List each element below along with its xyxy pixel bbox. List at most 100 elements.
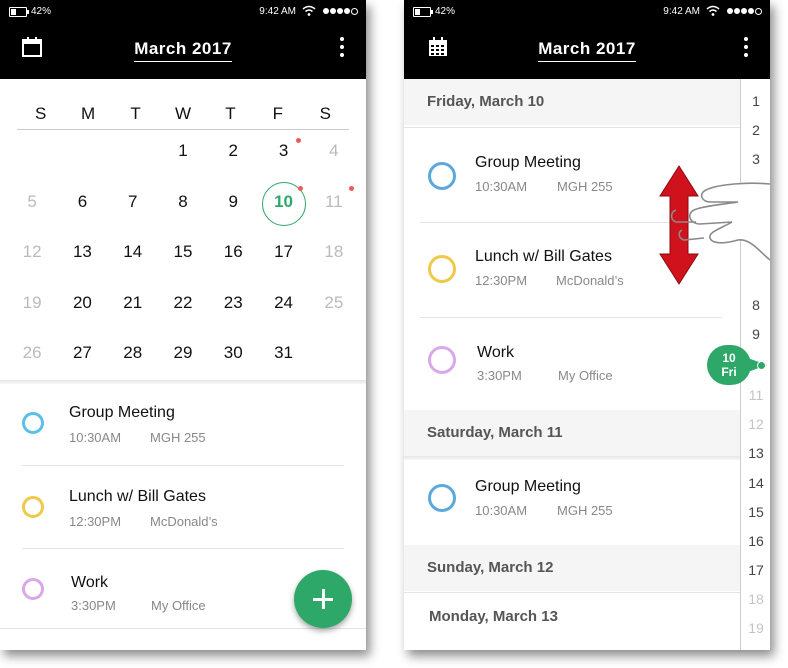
scroller-date[interactable]: 1	[741, 93, 770, 109]
day-cell[interactable]: 22	[158, 283, 208, 334]
day-cell[interactable]: 19	[7, 283, 57, 334]
scroller-date[interactable]: 3	[741, 151, 770, 167]
day-cell[interactable]: 15	[158, 232, 208, 283]
divider	[0, 380, 366, 384]
event-title: Group Meeting	[475, 478, 581, 495]
kebab-menu-icon[interactable]	[744, 37, 748, 57]
scroller-date[interactable]: 14	[741, 475, 770, 491]
day-cell[interactable]: 3	[258, 131, 308, 182]
day-cell[interactable]: 12	[7, 232, 57, 283]
pin-day: 10	[722, 351, 736, 365]
day-header-label: Friday, March 10	[427, 93, 545, 110]
day-cell[interactable]: 6	[57, 182, 107, 233]
signal-strength-icon	[727, 8, 762, 15]
day-header-label: Monday, March 13	[429, 608, 558, 625]
app-header: 42% 9:42 AM March 2017	[0, 0, 366, 79]
day-header-label: Saturday, March 11	[427, 424, 563, 441]
month-title[interactable]: March 2017	[404, 39, 770, 62]
month-title[interactable]: March 2017	[0, 39, 366, 62]
day-cell[interactable]: 17	[258, 232, 308, 283]
day-cell[interactable]: 25	[309, 283, 359, 334]
battery-percent: 42%	[435, 6, 456, 17]
day-cell[interactable]: 16	[208, 232, 258, 283]
event-location: McDonald’s	[150, 514, 218, 529]
day-cell[interactable]: 28	[108, 333, 158, 384]
day-cell[interactable]: 7	[108, 182, 158, 233]
app-header: 42% 9:42 AM March 2017	[404, 0, 770, 79]
event-time: 12:30PM	[475, 273, 528, 288]
day-cell[interactable]: 4	[309, 131, 359, 182]
event-location: MGH 255	[150, 430, 206, 445]
divider	[404, 456, 740, 460]
day-cell[interactable]: 8	[158, 182, 208, 233]
day-cell[interactable]: 29	[158, 333, 208, 384]
battery-percent: 42%	[31, 6, 52, 17]
day-cell[interactable]: 21	[108, 283, 158, 334]
scroller-date[interactable]: 16	[741, 533, 770, 549]
month-grid: 1 2 3 4 5 6 7 8 9 10 11 12 13 14 15 16 1…	[7, 131, 359, 384]
divider	[17, 129, 349, 130]
event-location: My Office	[558, 368, 613, 383]
event-time: 10:30AM	[475, 503, 528, 518]
scroller-date[interactable]: 18	[741, 591, 770, 607]
scroller-date[interactable]: 19	[741, 620, 770, 636]
day-cell[interactable]: 9	[208, 182, 258, 233]
scroller-date[interactable]: 12	[741, 416, 770, 432]
day-header: Sunday, March 12	[404, 545, 740, 591]
month-title-label: March 2017	[134, 39, 232, 62]
event-dot	[298, 185, 304, 191]
event-time: 10:30AM	[69, 430, 122, 445]
day-cell[interactable]: 1	[158, 131, 208, 182]
day-cell[interactable]: 13	[57, 232, 107, 283]
weekday-label: S	[319, 104, 331, 123]
day-cell[interactable]: 24	[258, 283, 308, 334]
scroller-date[interactable]: 13	[741, 445, 770, 461]
event-color-ring	[428, 162, 456, 190]
week-row: 5 6 7 8 9 10 11	[7, 181, 359, 233]
kebab-menu-icon[interactable]	[340, 37, 344, 57]
scroller-date[interactable]: 15	[741, 504, 770, 520]
week-row: 19 20 21 22 23 24 25	[7, 283, 359, 334]
event-color-ring	[22, 496, 44, 518]
current-date-pin[interactable]: 10 Fri	[707, 345, 751, 385]
day-cell[interactable]: 31	[258, 333, 308, 384]
divider	[404, 127, 740, 128]
add-event-button[interactable]	[294, 570, 352, 628]
day-cell[interactable]: 30	[208, 333, 258, 384]
scroller-date[interactable]: 17	[741, 562, 770, 578]
day-header: Monday, March 13	[404, 594, 740, 640]
month-title-label: March 2017	[538, 39, 636, 62]
day-cell[interactable]: 2	[208, 131, 258, 182]
day-cell[interactable]: 14	[108, 232, 158, 283]
event-title: Group Meeting	[69, 404, 175, 421]
day-cell	[57, 131, 107, 182]
event-location: MGH 255	[557, 503, 613, 518]
day-cell[interactable]: 5	[7, 182, 57, 233]
event-item[interactable]: Group Meeting 10:30AM MGH 255	[0, 390, 366, 460]
day-cell[interactable]: 18	[309, 232, 359, 283]
day-cell[interactable]: 27	[57, 333, 107, 384]
day-cell[interactable]: 26	[7, 333, 57, 384]
selected-day-cell[interactable]: 10	[258, 181, 308, 233]
event-dot	[348, 185, 354, 191]
day-header-label: Sunday, March 12	[427, 559, 554, 576]
day-cell[interactable]: 23	[208, 283, 258, 334]
scroller-date[interactable]: 2	[741, 122, 770, 138]
divider	[420, 317, 722, 318]
event-time: 3:30PM	[71, 598, 116, 613]
day-header: Saturday, March 11	[404, 410, 740, 456]
divider	[0, 628, 366, 629]
day-cell[interactable]: 20	[57, 283, 107, 334]
event-item[interactable]: Group Meeting 10:30AM MGH 255	[404, 464, 770, 534]
event-color-ring	[22, 578, 44, 600]
day-cell[interactable]: 11	[309, 182, 359, 233]
event-color-ring	[428, 346, 456, 374]
event-item[interactable]: Lunch w/ Bill Gates 12:30PM McDonald’s	[0, 474, 366, 544]
weekday-label: M	[81, 104, 96, 123]
day-cell	[7, 131, 57, 182]
scroller-date[interactable]: 9	[741, 326, 770, 342]
day-cell	[309, 333, 359, 384]
agenda-view-screen: 42% 9:42 AM March 2017 Friday, March 10 …	[404, 0, 770, 650]
scroller-date[interactable]: 11	[741, 387, 770, 403]
event-title: Work	[71, 574, 109, 591]
